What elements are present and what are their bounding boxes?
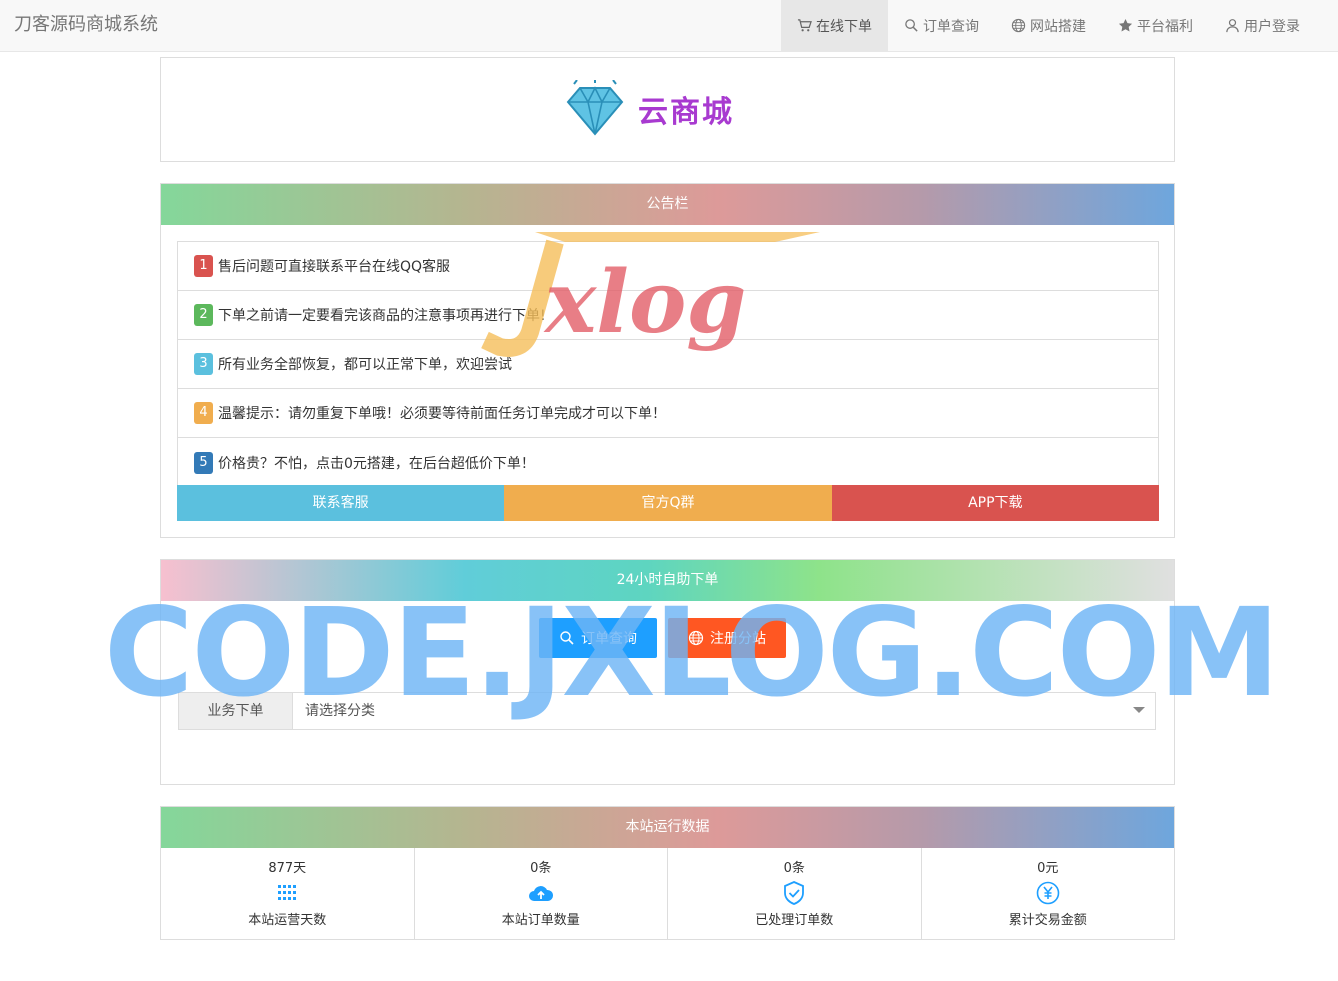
nav-item-site-build[interactable]: 网站搭建	[995, 0, 1102, 51]
globe-icon	[1011, 18, 1026, 33]
yen-icon	[922, 880, 1175, 906]
list-item: 5 价格贵？不怕，点击0元搭建，在后台超低价下单！	[178, 438, 1158, 487]
order-label: 业务下单	[179, 693, 293, 729]
number-badge: 2	[194, 304, 213, 326]
globe-icon	[688, 630, 704, 646]
number-badge: 1	[194, 255, 213, 277]
nav-label: 网站搭建	[1030, 18, 1086, 35]
logo-text: 云商城	[638, 95, 734, 130]
notice-text: 下单之前请一定要看完该商品的注意事项再进行下单!	[218, 308, 546, 324]
number-badge: 4	[194, 402, 213, 424]
nav-item-online-order[interactable]: 在线下单	[781, 0, 888, 51]
stat-label: 累计交易金额	[1008, 913, 1087, 928]
notice-heading: 公告栏	[161, 184, 1174, 225]
shield-check-icon	[668, 880, 921, 906]
stats-row: 877天 本站运营天数 0条 本站订单数量 0条 已处理订单数 0元 累计交易金…	[161, 848, 1174, 940]
stat-processed-orders: 0条 已处理订单数	[668, 848, 922, 940]
site-logo[interactable]: 云商城	[564, 80, 734, 138]
order-heading: 24小时自助下单	[161, 560, 1174, 601]
cloud-upload-icon	[415, 880, 668, 906]
notice-panel: 公告栏 1 售后问题可直接联系平台在线QQ客服 2 下单之前请一定要看完该商品的…	[160, 183, 1175, 538]
contact-button-row: 联系客服 官方Q群 APP下载	[177, 485, 1159, 521]
nav-item-order-query[interactable]: 订单查询	[888, 0, 995, 51]
logo-panel: 云商城	[160, 57, 1175, 162]
diamond-icon	[566, 80, 624, 136]
category-select[interactable]: 请选择分类	[293, 693, 1155, 729]
order-button-group: 订单查询 注册分站	[539, 618, 786, 658]
stat-value: 0条	[530, 861, 552, 876]
stat-trade-amount: 0元 累计交易金额	[922, 848, 1175, 940]
nav-item-login[interactable]: 用户登录	[1209, 0, 1316, 51]
nav-label: 平台福利	[1137, 18, 1193, 35]
user-icon	[1226, 19, 1239, 33]
stat-value: 0元	[1037, 861, 1059, 876]
chevron-down-icon	[1133, 707, 1145, 713]
number-badge: 5	[194, 451, 213, 474]
stat-order-count: 0条 本站订单数量	[415, 848, 668, 940]
list-item: 4 温馨提示：请勿重复下单哦！必须要等待前面任务订单完成才可以下单！	[178, 389, 1158, 438]
stats-heading: 本站运行数据	[161, 807, 1174, 848]
notice-text: 所有业务全部恢复，都可以正常下单，欢迎尝试	[218, 357, 512, 373]
nav-label: 用户登录	[1244, 18, 1300, 35]
list-item: 2 下单之前请一定要看完该商品的注意事项再进行下单!	[178, 291, 1158, 340]
stat-label: 本站运营天数	[248, 913, 327, 928]
button-label: 注册分站	[710, 631, 766, 647]
notice-list: 1 售后问题可直接联系平台在线QQ客服 2 下单之前请一定要看完该商品的注意事项…	[177, 241, 1159, 488]
notice-text: 温馨提示：请勿重复下单哦！必须要等待前面任务订单完成才可以下单！	[218, 406, 666, 422]
category-input-group: 业务下单 请选择分类	[178, 692, 1156, 730]
nav-label: 在线下单	[816, 18, 872, 35]
search-icon	[560, 631, 574, 645]
contact-service-button[interactable]: 联系客服	[177, 485, 505, 521]
stat-value: 0条	[783, 861, 805, 876]
navbar: 刀客源码商城系统 在线下单 订单查询 网站搭建 平台福利 用户登录	[0, 0, 1338, 52]
qq-group-button[interactable]: 官方Q群	[504, 485, 832, 521]
nav-menu: 在线下单 订单查询 网站搭建 平台福利 用户登录	[781, 0, 1316, 51]
stat-run-days: 877天 本站运营天数	[161, 848, 415, 940]
cart-icon	[797, 19, 812, 32]
brand-title[interactable]: 刀客源码商城系统	[14, 10, 158, 36]
search-icon	[905, 19, 918, 32]
nav-label: 订单查询	[923, 18, 979, 35]
button-label: 订单查询	[581, 631, 637, 647]
order-panel: 24小时自助下单 订单查询 注册分站 业务下单 请选择分类	[160, 559, 1175, 785]
stat-label: 已处理订单数	[755, 913, 834, 928]
grid-icon	[161, 880, 414, 906]
stat-value: 877天	[268, 861, 307, 876]
app-download-button[interactable]: APP下载	[831, 485, 1159, 521]
nav-item-benefits[interactable]: 平台福利	[1102, 0, 1209, 51]
number-badge: 3	[194, 353, 213, 375]
list-item: 3 所有业务全部恢复，都可以正常下单，欢迎尝试	[178, 340, 1158, 389]
register-substation-button[interactable]: 注册分站	[668, 618, 786, 658]
star-icon	[1118, 18, 1133, 32]
notice-text: 售后问题可直接联系平台在线QQ客服	[218, 259, 451, 275]
order-query-button[interactable]: 订单查询	[539, 618, 657, 658]
list-item: 1 售后问题可直接联系平台在线QQ客服	[178, 242, 1158, 291]
select-value: 请选择分类	[305, 703, 375, 719]
stat-label: 本站订单数量	[501, 913, 580, 928]
stats-panel: 本站运行数据 877天 本站运营天数 0条 本站订单数量 0条 已处理订单数 0…	[160, 806, 1175, 940]
notice-text: 价格贵？不怕，点击0元搭建，在后台超低价下单！	[218, 455, 535, 472]
